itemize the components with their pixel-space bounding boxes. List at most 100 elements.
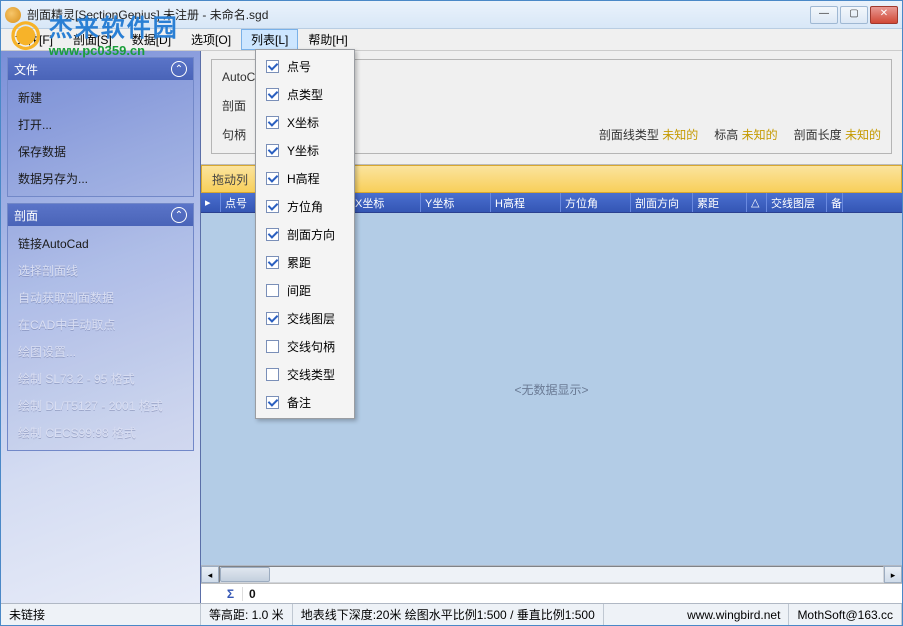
- panel-file-title: 文件: [14, 61, 38, 78]
- collapse-icon: ⌃: [171, 207, 187, 223]
- checkbox-icon[interactable]: [266, 144, 279, 157]
- close-button[interactable]: ✕: [870, 6, 898, 24]
- dropdown-item-5[interactable]: 方位角: [258, 192, 352, 220]
- checkbox-icon[interactable]: [266, 200, 279, 213]
- checkbox-icon[interactable]: [266, 60, 279, 73]
- no-data-text: <无数据显示>: [514, 381, 588, 398]
- scroll-left-button[interactable]: ◂: [201, 566, 219, 583]
- checkbox-icon[interactable]: [266, 396, 279, 409]
- dropdown-item-0[interactable]: 点号: [258, 52, 352, 80]
- menu-data[interactable]: 数据[D]: [122, 29, 181, 50]
- summary-row: Σ 0: [201, 583, 902, 603]
- dropdown-item-9[interactable]: 交线图层: [258, 304, 352, 332]
- dropdown-item-label: 点类型: [287, 86, 323, 103]
- sidebar: 文件 ⌃ 新建 打开... 保存数据 数据另存为... 剖面 ⌃ 链接AutoC…: [1, 51, 201, 603]
- status-email[interactable]: MothSoft@163.cc: [789, 604, 902, 625]
- panel-section-title: 剖面: [14, 207, 38, 224]
- dropdown-item-11[interactable]: 交线类型: [258, 360, 352, 388]
- sidebar-item-new[interactable]: 新建: [8, 84, 193, 111]
- col-azimuth[interactable]: 方位角: [561, 193, 631, 212]
- dropdown-item-label: 间距: [287, 282, 311, 299]
- checkbox-icon[interactable]: [266, 228, 279, 241]
- maximize-button[interactable]: ▢: [840, 6, 868, 24]
- menu-section[interactable]: 剖面[S]: [63, 29, 122, 50]
- sidebar-item-select-line[interactable]: 选择剖面线: [8, 257, 193, 284]
- collapse-icon: ⌃: [171, 61, 187, 77]
- horizontal-scrollbar[interactable]: ◂ ▸: [201, 565, 902, 583]
- col-h[interactable]: H高程: [491, 193, 561, 212]
- status-depth: 地表线下深度:20米 绘图水平比例1:500 / 垂直比例1:500: [293, 604, 604, 625]
- info-linetype-label: 剖面线类型: [599, 128, 659, 142]
- checkbox-icon[interactable]: [266, 284, 279, 297]
- col-cross-layer[interactable]: 交线图层: [767, 193, 827, 212]
- col-expand[interactable]: ▸: [201, 193, 221, 212]
- col-remark[interactable]: 备: [827, 193, 843, 212]
- scroll-thumb[interactable]: [220, 567, 270, 582]
- col-delta[interactable]: △: [747, 193, 767, 212]
- checkbox-icon[interactable]: [266, 172, 279, 185]
- info-section-label: 剖面: [222, 97, 246, 114]
- menu-list[interactable]: 列表[L]: [241, 29, 298, 50]
- dropdown-item-7[interactable]: 累距: [258, 248, 352, 276]
- sidebar-item-draw-sl73[interactable]: 绘制 SL73.2 - 95 格式: [8, 365, 193, 392]
- info-elev-value: 未知的: [742, 128, 778, 142]
- info-length-value: 未知的: [845, 128, 881, 142]
- dropdown-item-label: 方位角: [287, 198, 323, 215]
- scroll-right-button[interactable]: ▸: [884, 566, 902, 583]
- app-window: 剖面精灵[SectionGenius] 未注册 - 未命名.sgd — ▢ ✕ …: [0, 0, 903, 626]
- status-website[interactable]: www.wingbird.net: [679, 604, 789, 625]
- info-elev-label: 标高: [714, 128, 738, 142]
- dropdown-item-12[interactable]: 备注: [258, 388, 352, 416]
- panel-section-header[interactable]: 剖面 ⌃: [8, 204, 193, 226]
- menubar: 文件[F] 剖面[S] 数据[D] 选项[O] 列表[L] 帮助[H]: [1, 29, 902, 51]
- checkbox-icon[interactable]: [266, 368, 279, 381]
- menu-file[interactable]: 文件[F]: [5, 29, 63, 50]
- titlebar[interactable]: 剖面精灵[SectionGenius] 未注册 - 未命名.sgd — ▢ ✕: [1, 1, 902, 29]
- list-dropdown-menu: 点号点类型 X坐标 Y坐标 H高程方位角剖面方向累距间距交线图层交线句柄交线类型备注: [255, 49, 355, 419]
- status-contour: 等高距: 1.0 米: [201, 604, 293, 625]
- dropdown-item-2[interactable]: X坐标: [258, 108, 352, 136]
- dropdown-item-8[interactable]: 间距: [258, 276, 352, 304]
- sidebar-item-manual-point[interactable]: 在CAD中手动取点: [8, 311, 193, 338]
- col-direction[interactable]: 剖面方向: [631, 193, 693, 212]
- sidebar-item-open[interactable]: 打开...: [8, 111, 193, 138]
- groupbar-left: 拖动列: [212, 171, 248, 188]
- checkbox-icon[interactable]: [266, 340, 279, 353]
- sum-value: 0: [243, 587, 262, 601]
- col-distance[interactable]: 累距: [693, 193, 747, 212]
- sidebar-item-draw-dlt5127[interactable]: 绘制 DL/T5127 - 2001 格式: [8, 392, 193, 419]
- sidebar-item-draw-settings[interactable]: 绘图设置...: [8, 338, 193, 365]
- dropdown-item-1[interactable]: 点类型: [258, 80, 352, 108]
- dropdown-item-label: H高程: [287, 170, 320, 187]
- sidebar-item-saveas[interactable]: 数据另存为...: [8, 165, 193, 192]
- col-y[interactable]: Y坐标: [421, 193, 491, 212]
- app-icon: [5, 7, 21, 23]
- checkbox-icon[interactable]: [266, 312, 279, 325]
- sidebar-item-draw-cecs99[interactable]: 绘制 CECS99:98 格式: [8, 419, 193, 446]
- panel-file-header[interactable]: 文件 ⌃: [8, 58, 193, 80]
- dropdown-item-label: 剖面方向: [287, 226, 335, 243]
- menu-options[interactable]: 选项[O]: [181, 29, 241, 50]
- dropdown-item-label: X坐标: [287, 114, 319, 131]
- dropdown-item-label: 备注: [287, 394, 311, 411]
- dropdown-item-10[interactable]: 交线句柄: [258, 332, 352, 360]
- sidebar-item-save[interactable]: 保存数据: [8, 138, 193, 165]
- scroll-track[interactable]: [219, 566, 884, 583]
- checkbox-icon[interactable]: [266, 116, 279, 129]
- checkbox-icon[interactable]: [266, 88, 279, 101]
- menu-help[interactable]: 帮助[H]: [298, 29, 357, 50]
- col-x[interactable]: X坐标: [351, 193, 421, 212]
- checkbox-icon[interactable]: [266, 256, 279, 269]
- dropdown-item-6[interactable]: 剖面方向: [258, 220, 352, 248]
- dropdown-item-3[interactable]: Y坐标: [258, 136, 352, 164]
- sidebar-item-link-autocad[interactable]: 链接AutoCad: [8, 230, 193, 257]
- dropdown-item-4[interactable]: H高程: [258, 164, 352, 192]
- dropdown-item-label: 交线类型: [287, 366, 335, 383]
- sigma-icon: Σ: [219, 587, 243, 601]
- status-link: 未链接: [1, 604, 201, 625]
- sidebar-item-auto-data[interactable]: 自动获取剖面数据: [8, 284, 193, 311]
- info-length-label: 剖面长度: [794, 128, 842, 142]
- minimize-button[interactable]: —: [810, 6, 838, 24]
- window-title: 剖面精灵[SectionGenius] 未注册 - 未命名.sgd: [27, 6, 810, 23]
- dropdown-item-label: 交线图层: [287, 310, 335, 327]
